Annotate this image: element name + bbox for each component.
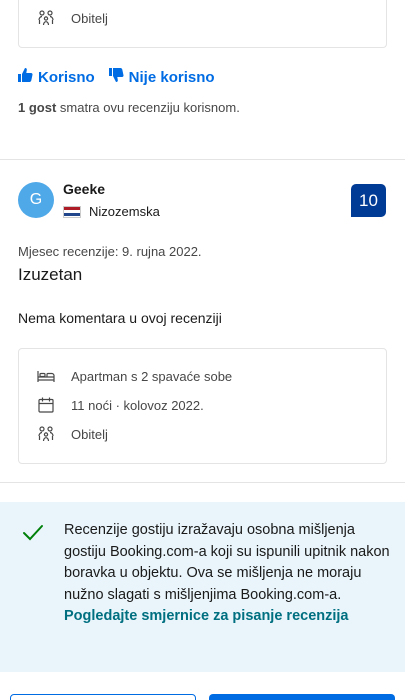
reviews-disclaimer: Recenzije gostiju izražavaju osobna mišl… bbox=[0, 502, 405, 672]
stay-details-card: Apartman s 2 spavaće sobe 11 noći · kolo… bbox=[18, 348, 387, 464]
helpful-label: Korisno bbox=[38, 68, 95, 86]
previous-review-details-card: Obitelj bbox=[18, 0, 387, 48]
bottom-secondary-button[interactable] bbox=[10, 694, 196, 700]
room-type-row: Apartman s 2 spavaće sobe bbox=[37, 367, 232, 385]
helpful-button[interactable]: Korisno bbox=[18, 68, 95, 86]
avatar-initial: G bbox=[29, 191, 43, 208]
calendar-icon bbox=[37, 396, 55, 414]
reviewer-country: Nizozemska bbox=[63, 204, 160, 219]
avatar: G bbox=[18, 182, 54, 218]
reviewer-name: Geeke bbox=[63, 181, 106, 197]
family-icon bbox=[37, 425, 55, 443]
disclaimer-text: Recenzije gostiju izražavaju osobna mišl… bbox=[64, 522, 390, 603]
thumbs-up-icon bbox=[18, 68, 33, 86]
review-comment: Nema komentara u ovoj recenziji bbox=[18, 310, 222, 326]
review-divider bbox=[0, 159, 405, 160]
family-icon bbox=[37, 9, 55, 27]
bottom-primary-button[interactable] bbox=[209, 694, 395, 700]
review-date: Mjesec recenzije: 9. rujna 2022. bbox=[18, 244, 202, 259]
traveler-type-row: Obitelj bbox=[37, 9, 108, 27]
review-guidelines-link[interactable]: Pogledajte smjernice za pisanje recenzij… bbox=[64, 606, 394, 628]
review-score: 10 bbox=[359, 190, 378, 210]
review-title: Izuzetan bbox=[18, 265, 83, 284]
bed-icon bbox=[37, 367, 55, 385]
thumbs-down-icon bbox=[108, 68, 124, 86]
helpful-count-suffix: smatra ovu recenziju korisnom. bbox=[56, 100, 240, 115]
not-helpful-button[interactable]: Nije korisno bbox=[108, 68, 215, 86]
helpful-count: 1 gost bbox=[18, 100, 57, 115]
traveler-type-label: Obitelj bbox=[71, 10, 108, 26]
traveler-type-label: Obitelj bbox=[71, 426, 108, 442]
room-type-label: Apartman s 2 spavaće sobe bbox=[71, 368, 233, 384]
netherlands-flag-icon bbox=[63, 205, 81, 218]
review-score-badge: 10 bbox=[351, 184, 386, 217]
not-helpful-label: Nije korisno bbox=[128, 68, 215, 86]
checkmark-icon bbox=[22, 524, 44, 547]
stay-duration-label: 11 noći · kolovoz 2022. bbox=[71, 397, 204, 413]
disclaimer-text-block: Recenzije gostiju izražavaju osobna mišl… bbox=[64, 520, 394, 628]
helpfulness-actions: Korisno Nije korisno bbox=[18, 68, 215, 86]
helpful-count-text: 1 gost smatra ovu recenziju korisnom. bbox=[18, 100, 240, 115]
stay-duration-row: 11 noći · kolovoz 2022. bbox=[37, 396, 204, 414]
section-separator bbox=[0, 482, 405, 500]
country-label: Nizozemska bbox=[89, 204, 160, 219]
traveler-type-row: Obitelj bbox=[37, 425, 108, 443]
